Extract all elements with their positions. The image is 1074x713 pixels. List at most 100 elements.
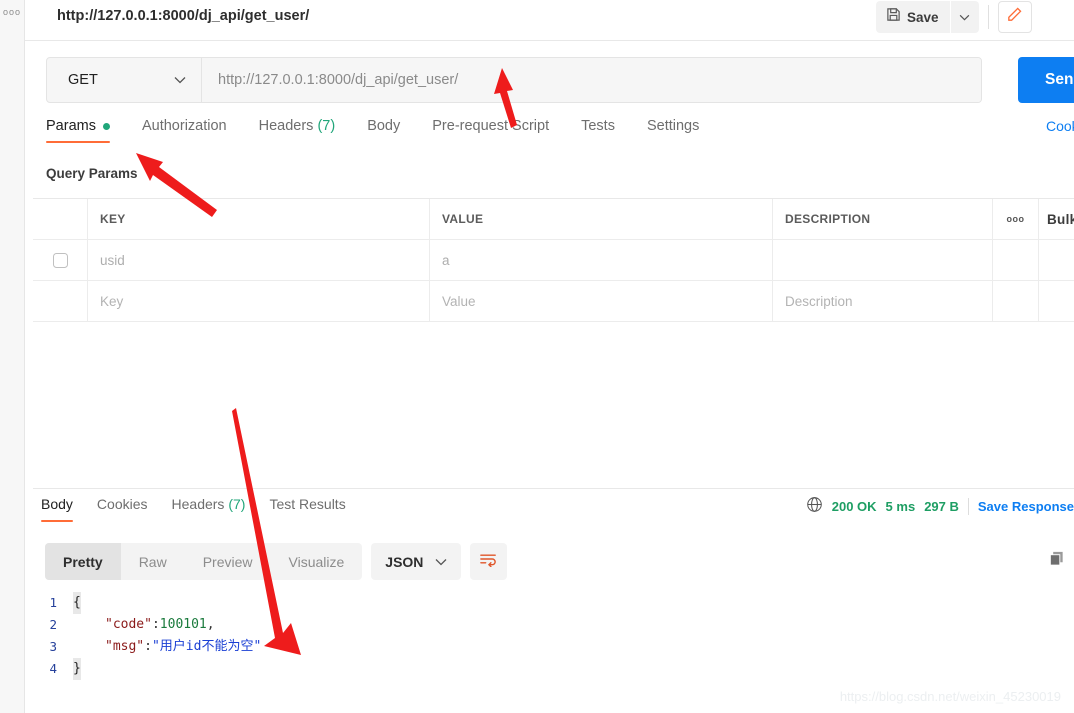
tab-headers[interactable]: Headers (7) — [259, 118, 336, 143]
bulk-edit-button[interactable]: Bulk Edit — [1039, 199, 1074, 239]
row-checkbox[interactable] — [52, 252, 68, 268]
code-token: : — [144, 639, 152, 654]
wrap-lines-button[interactable] — [470, 543, 508, 580]
response-tab-cookies[interactable]: Cookies — [97, 496, 148, 522]
view-mode-raw[interactable]: Raw — [121, 543, 185, 580]
view-mode-visualize[interactable]: Visualize — [271, 543, 363, 580]
url-input[interactable]: http://127.0.0.1:8000/dj_api/get_user/ — [202, 58, 981, 102]
watermark: https://blog.csdn.net/weixin_45230019 — [839, 689, 1061, 704]
tab-params[interactable]: Params — [46, 118, 110, 143]
rail-more-icon[interactable]: ooo — [3, 8, 21, 17]
chevron-down-icon — [435, 553, 447, 571]
new-row-spacer-cell — [1039, 281, 1074, 321]
http-method-label: GET — [68, 72, 98, 88]
response-body-code[interactable]: 1 { 2 "code" : 100101 , 3 "msg" : "用户id不… — [45, 592, 1045, 680]
row-key-value: usid — [100, 252, 125, 268]
save-button[interactable]: Save — [876, 1, 950, 33]
code-line: 1 { — [45, 592, 1045, 614]
tab-tests[interactable]: Tests — [581, 118, 615, 143]
copy-icon — [1048, 550, 1065, 572]
response-format-label: JSON — [385, 553, 424, 570]
response-tab-headers[interactable]: Headers (7) — [172, 496, 246, 522]
new-row-key-input[interactable]: Key — [88, 281, 430, 321]
row-value-value: a — [442, 252, 450, 268]
line-number: 3 — [49, 639, 57, 654]
request-header-bar: http://127.0.0.1:8000/dj_api/get_user/ S… — [25, 0, 1074, 41]
left-rail: ooo — [0, 0, 25, 713]
postman-window: ooo http://127.0.0.1:8000/dj_api/get_use… — [0, 0, 1074, 713]
save-button-group: Save — [876, 1, 1032, 33]
response-tabs: Body Cookies Headers (7) Test Results 20… — [33, 496, 1074, 530]
view-mode-segmented-control: Pretty Raw Preview Visualize — [45, 543, 363, 580]
response-separator — [33, 488, 1074, 489]
response-tab-test-results[interactable]: Test Results — [269, 496, 345, 522]
header-cell-select — [33, 199, 88, 239]
tab-params-label: Params — [46, 118, 96, 134]
response-status-bar: 200 OK 5 ms 297 B Save Response — [806, 496, 1074, 516]
code-token: "msg" — [105, 639, 145, 654]
view-mode-pretty[interactable]: Pretty — [45, 543, 121, 580]
save-response-button[interactable]: Save Response — [978, 499, 1074, 514]
row-value-input[interactable]: a — [430, 240, 773, 280]
table-row[interactable]: usid a — [33, 240, 1074, 281]
response-format-select[interactable]: JSON — [371, 543, 462, 580]
row-key-input[interactable]: usid — [88, 240, 430, 280]
edit-request-button[interactable] — [997, 1, 1032, 33]
request-tabs: Params Authorization Headers (7) Body Pr… — [25, 118, 1074, 156]
row-checkbox-cell-empty — [33, 281, 88, 321]
response-time: 5 ms — [885, 498, 916, 514]
response-view-toolbar: Pretty Raw Preview Visualize JSON — [45, 543, 508, 580]
header-cell-description: DESCRIPTION — [773, 199, 993, 239]
row-description-input[interactable] — [773, 240, 993, 280]
tab-settings[interactable]: Settings — [647, 118, 699, 143]
row-spacer-cell — [1039, 240, 1074, 280]
cookies-link[interactable]: Cookies — [1046, 118, 1074, 134]
chevron-down-icon — [174, 71, 186, 89]
params-modified-dot-icon — [102, 122, 110, 130]
url-bar: GET http://127.0.0.1:8000/dj_api/get_use… — [46, 57, 982, 103]
new-row-value-input[interactable]: Value — [430, 281, 773, 321]
table-row[interactable]: Key Value Description — [33, 281, 1074, 322]
table-options-button[interactable]: ooo — [993, 199, 1039, 239]
globe-icon — [806, 496, 823, 516]
row-checkbox-cell — [33, 240, 88, 280]
floppy-disk-icon — [886, 7, 901, 27]
http-method-select[interactable]: GET — [47, 58, 202, 102]
query-params-table: KEY VALUE DESCRIPTION ooo Bulk Edit usid… — [33, 198, 1074, 322]
header-cell-key: KEY — [88, 199, 430, 239]
toolbar-divider — [987, 5, 989, 29]
code-token: { — [73, 592, 81, 614]
response-status-code: 200 OK — [831, 498, 877, 514]
pencil-icon — [1006, 6, 1023, 28]
response-tab-headers-count: (7) — [228, 496, 246, 512]
response-tab-headers-label: Headers — [171, 496, 225, 512]
save-options-button[interactable] — [950, 1, 979, 33]
wrap-lines-icon — [479, 551, 498, 572]
tab-body[interactable]: Body — [367, 118, 400, 143]
code-token: "用户id不能为空" — [151, 639, 262, 654]
code-token: 100101 — [159, 617, 207, 632]
row-options-cell — [993, 240, 1039, 280]
new-row-key-placeholder: Key — [100, 293, 124, 309]
chevron-down-icon — [959, 8, 970, 26]
request-title: http://127.0.0.1:8000/dj_api/get_user/ — [57, 8, 310, 24]
tab-authorization[interactable]: Authorization — [142, 118, 227, 143]
save-button-label: Save — [907, 9, 939, 25]
table-header-row: KEY VALUE DESCRIPTION ooo Bulk Edit — [33, 199, 1074, 240]
code-line: 2 "code" : 100101 , — [45, 614, 1045, 636]
copy-response-button[interactable] — [1042, 547, 1070, 575]
tab-pre-request-script[interactable]: Pre-request Script — [432, 118, 549, 143]
ellipsis-icon: ooo — [1006, 214, 1025, 224]
send-button[interactable]: Send — [1018, 57, 1074, 103]
code-line: 3 "msg" : "用户id不能为空" — [45, 636, 1045, 658]
line-number: 1 — [49, 595, 57, 610]
code-token: "code" — [105, 617, 152, 632]
code-token: } — [73, 658, 81, 680]
view-mode-preview[interactable]: Preview — [185, 543, 271, 580]
line-number: 2 — [49, 617, 57, 632]
new-row-options-cell — [993, 281, 1039, 321]
response-tab-body[interactable]: Body — [41, 496, 73, 522]
status-divider — [967, 497, 969, 515]
new-row-description-placeholder: Description — [785, 293, 853, 309]
new-row-description-input[interactable]: Description — [773, 281, 993, 321]
